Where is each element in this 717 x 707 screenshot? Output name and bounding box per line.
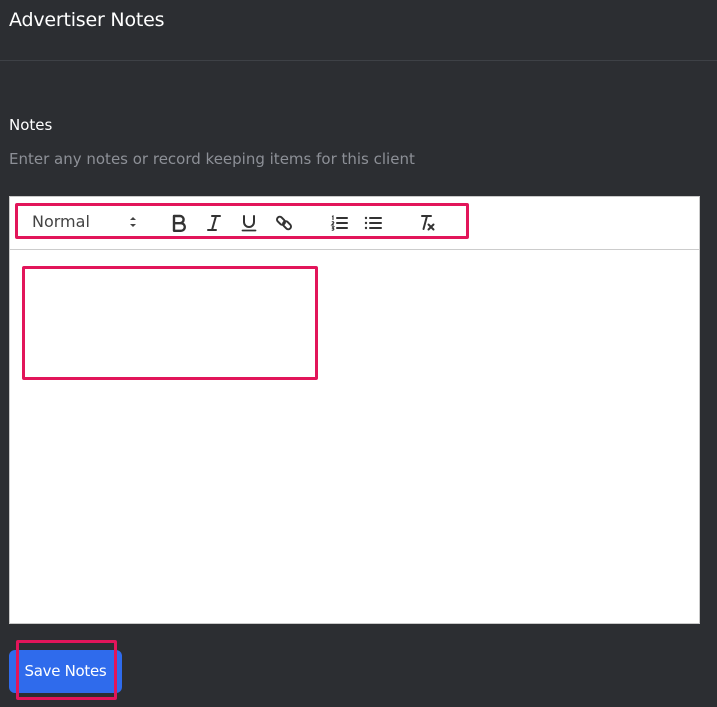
toolbar-highlight-box — [15, 203, 469, 239]
save-notes-button[interactable]: Save Notes — [9, 650, 122, 693]
content-highlight-box — [22, 266, 318, 380]
notes-label: Notes — [9, 116, 53, 134]
page-title: Advertiser Notes — [9, 9, 165, 31]
editor-toolbar: Normal — [10, 197, 699, 250]
notes-help-text: Enter any notes or record keeping items … — [9, 150, 415, 168]
notes-editor: Normal — [9, 196, 700, 624]
header-divider — [0, 60, 717, 61]
